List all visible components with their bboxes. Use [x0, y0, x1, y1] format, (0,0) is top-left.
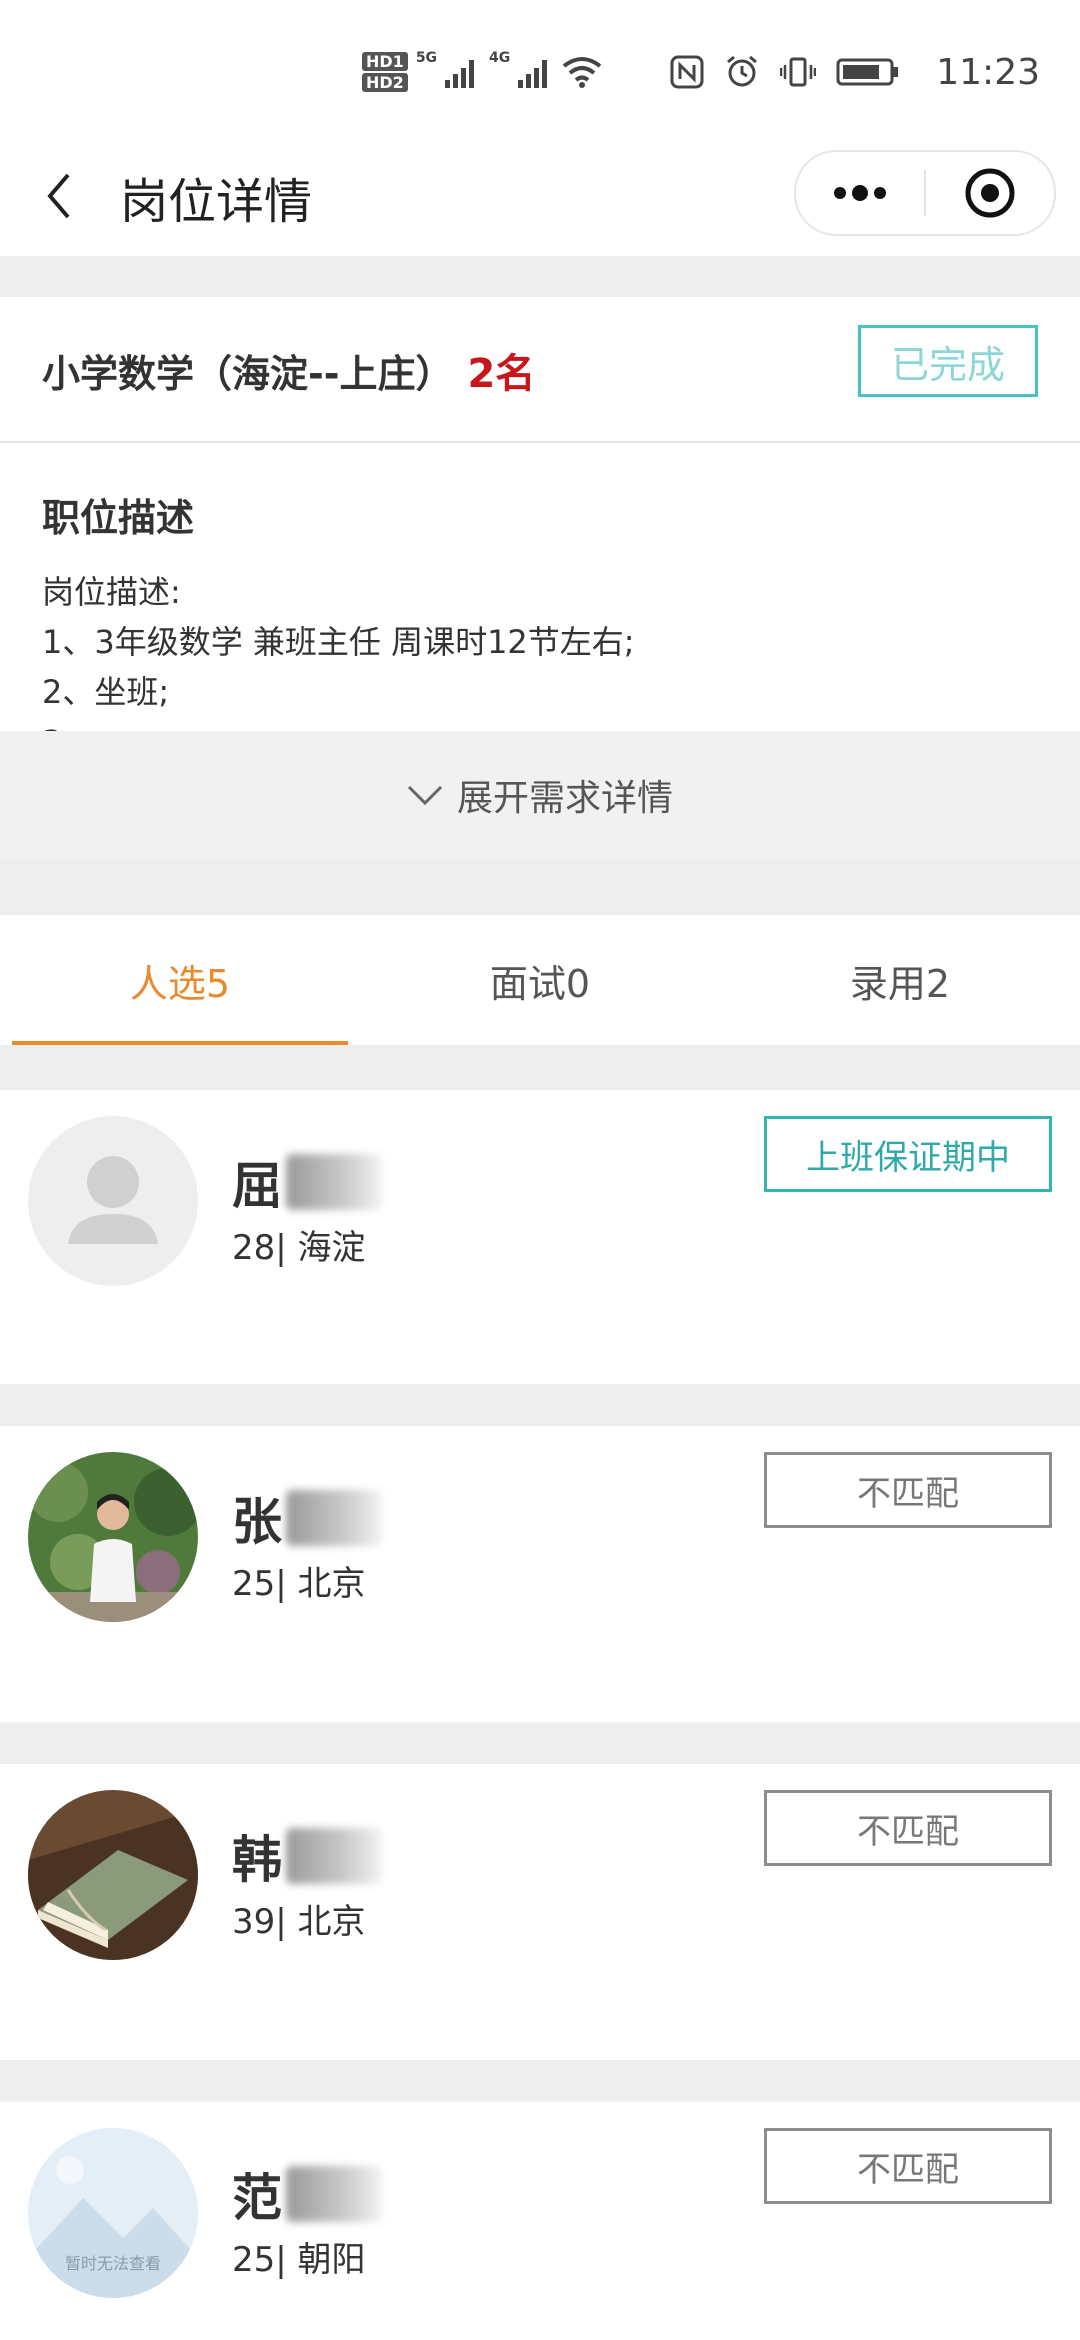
candidate-name: 张: [232, 1482, 382, 1554]
candidate-card[interactable]: 暂时无法查看 范 25| 朝阳 不匹配: [0, 2102, 1080, 2340]
section-gap: [0, 2060, 1080, 2102]
candidate-name: 韩: [232, 1820, 382, 1892]
avatar: [28, 1452, 198, 1622]
person-photo-icon: [28, 1452, 198, 1622]
hd2-label: HD2: [362, 73, 408, 92]
avatar: 暂时无法查看: [28, 2128, 198, 2298]
candidate-name: 范: [232, 2158, 382, 2230]
section-gap: [0, 1384, 1080, 1426]
wifi-icon: [563, 57, 602, 88]
signal-icon-2: [518, 60, 548, 88]
name-blur: [286, 1154, 382, 1210]
candidate-status-badge: 不匹配: [764, 2128, 1052, 2204]
candidate-meta: 39| 北京: [232, 1902, 366, 1942]
back-button[interactable]: [34, 166, 84, 226]
nfc-icon: [670, 55, 704, 89]
candidate-card[interactable]: 韩 39| 北京 不匹配: [0, 1764, 1080, 2006]
job-header: 小学数学（海淀--上庄） 2名 已完成: [0, 297, 1080, 443]
tab-hired[interactable]: 录用2: [720, 915, 1080, 1045]
miniprogram-capsule: [794, 150, 1056, 236]
candidate-name-text: 范: [232, 2169, 282, 2227]
expand-label: 展开需求详情: [456, 778, 673, 819]
tab-candidates[interactable]: 人选5: [0, 915, 360, 1045]
job-title: 小学数学（海淀--上庄） 2名: [42, 341, 535, 399]
candidate-name-text: 韩: [232, 1831, 282, 1889]
job-count: 2名: [467, 351, 536, 397]
candidate-name-text: 张: [232, 1493, 282, 1551]
status-bar: HD1 HD2 5G 4G 11:23: [0, 0, 1080, 140]
system-icons: [670, 54, 900, 90]
close-miniprogram-button[interactable]: [926, 152, 1054, 234]
signal-icon: [445, 60, 475, 88]
status-time: 11:23: [936, 52, 1040, 93]
description-title: 职位描述: [42, 496, 195, 540]
chevron-down-icon: [407, 785, 443, 806]
chevron-left-icon: [47, 173, 70, 219]
sim-indicators: HD1 HD2 5G 4G: [362, 50, 602, 94]
candidate-status-badge: 不匹配: [764, 1452, 1052, 1528]
avatar: [28, 1790, 198, 1960]
card-spacer: [0, 1666, 1080, 1722]
more-dots-icon: [834, 185, 886, 201]
avatar: [28, 1116, 198, 1286]
candidate-card[interactable]: 张 25| 北京 不匹配: [0, 1426, 1080, 1668]
name-blur: [286, 1490, 382, 1546]
target-close-icon: [965, 168, 1015, 218]
default-avatar-icon: [68, 1156, 158, 1244]
job-name: 小学数学（海淀--上庄）: [42, 352, 454, 396]
candidate-meta: 28| 海淀: [232, 1228, 366, 1268]
section-gap: [0, 1045, 1080, 1090]
candidate-tabs: 人选5 面试0 录用2: [0, 915, 1080, 1045]
job-description: 职位描述 岗位描述: 1、3年级数学 兼班主任 周课时12节左右; 2、坐班; …: [0, 443, 1080, 731]
tab-interview[interactable]: 面试0: [360, 915, 720, 1045]
section-gap: [0, 256, 1080, 297]
description-body: 岗位描述: 1、3年级数学 兼班主任 周课时12节左右; 2、坐班; 3、…: [42, 573, 635, 731]
section-gap: [0, 1722, 1080, 1764]
candidate-status-badge: 上班保证期中: [764, 1116, 1052, 1192]
battery-icon: [836, 58, 898, 86]
candidate-meta: 25| 朝阳: [232, 2240, 366, 2280]
candidate-status-badge: 不匹配: [764, 1790, 1052, 1866]
name-blur: [286, 2166, 382, 2222]
vibrate-icon: [780, 57, 816, 87]
card-spacer: [0, 2004, 1080, 2060]
page-title: 岗位详情: [120, 174, 313, 230]
candidate-name: 屈: [232, 1146, 382, 1218]
hd1-label: HD1: [362, 52, 408, 71]
net1-label: 5G: [415, 50, 438, 66]
avatar-text: 暂时无法查看: [64, 2254, 161, 2273]
candidate-card[interactable]: 屈 28| 海淀 上班保证期中: [0, 1090, 1080, 1332]
more-button[interactable]: [796, 152, 924, 234]
net2-label: 4G: [489, 50, 511, 66]
section-gap: [0, 859, 1080, 915]
name-blur: [286, 1828, 382, 1884]
alarm-icon: [727, 55, 757, 87]
candidate-name-text: 屈: [232, 1157, 282, 1215]
book-photo-icon: [28, 1790, 198, 1960]
expand-details-button[interactable]: 展开需求详情: [0, 731, 1080, 859]
candidate-meta: 25| 北京: [232, 1564, 366, 1604]
job-status-badge: 已完成: [858, 325, 1038, 397]
